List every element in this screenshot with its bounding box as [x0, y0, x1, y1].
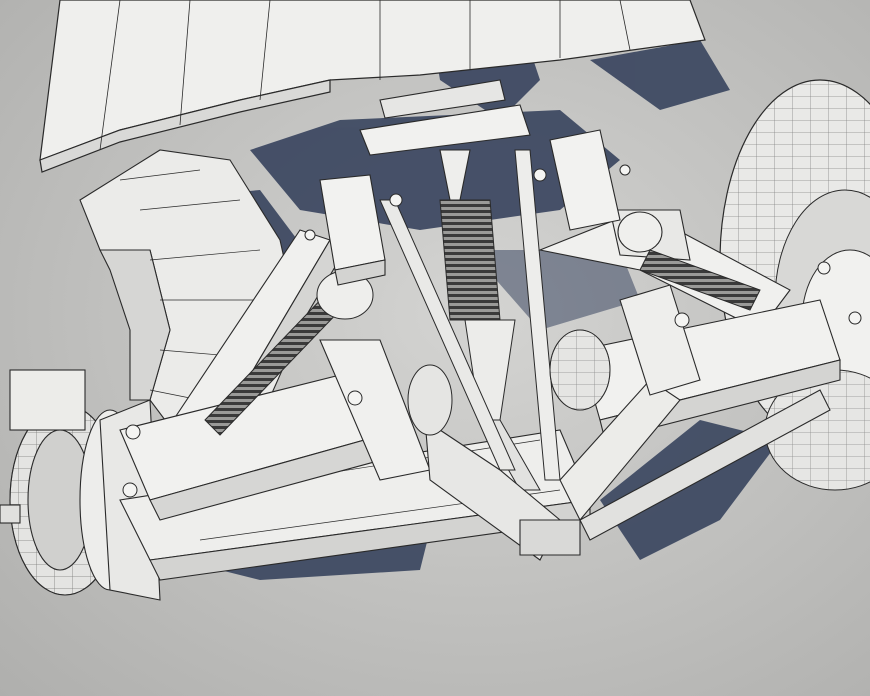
suspension-illustration: [0, 0, 870, 696]
render-viewport: [0, 0, 870, 696]
